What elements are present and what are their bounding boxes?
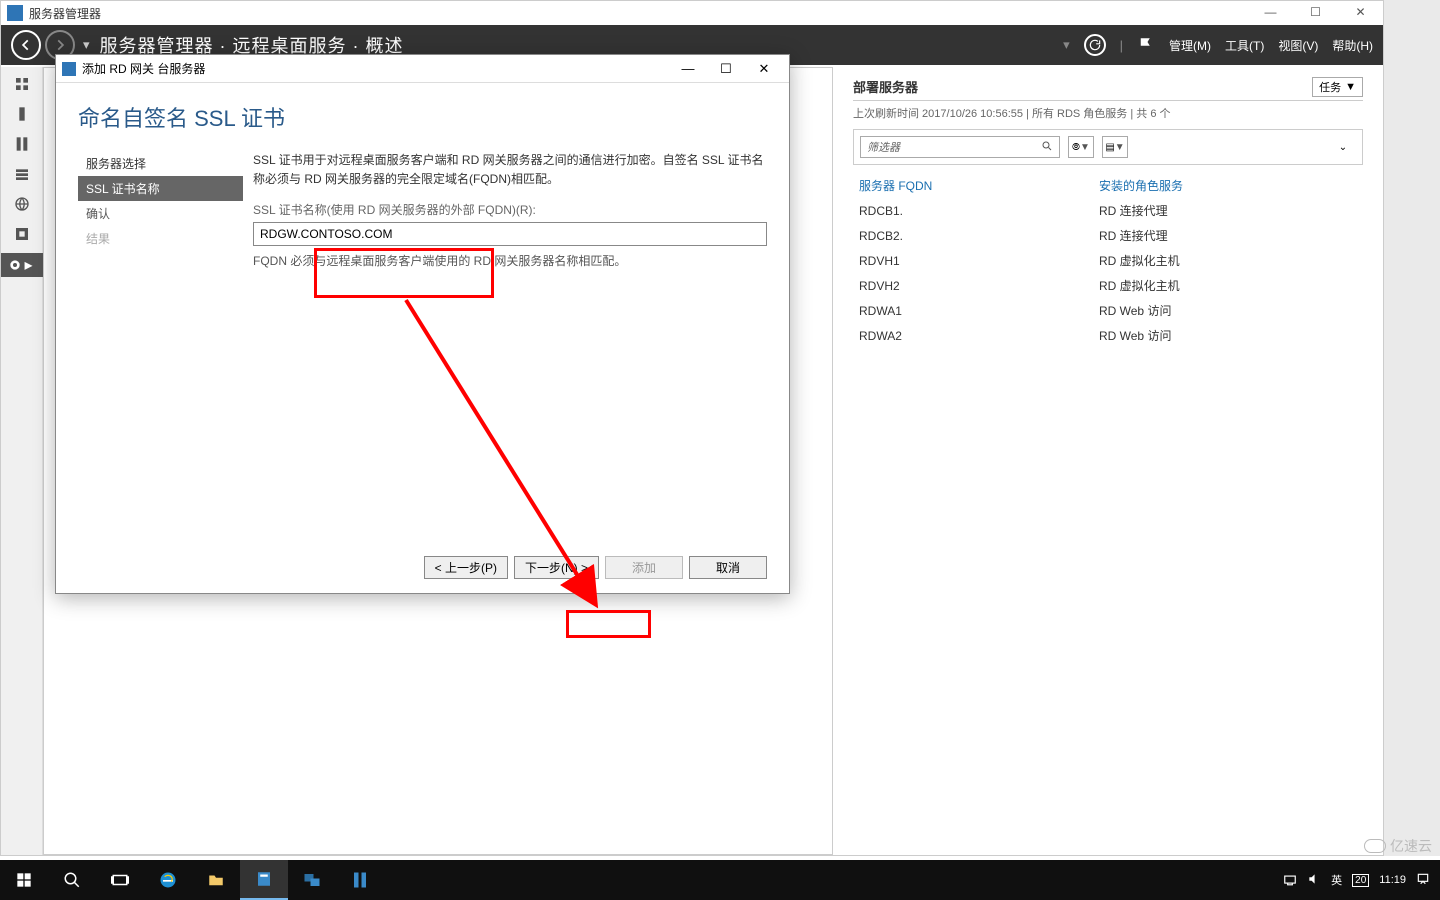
dialog-close-button[interactable]: ✕ bbox=[745, 61, 783, 77]
fqdn-label: SSL 证书名称(使用 RD 网关服务器的外部 FQDN)(R): bbox=[253, 201, 767, 218]
tray-notifications-icon[interactable] bbox=[1416, 872, 1430, 889]
watermark: 亿速云 bbox=[1364, 836, 1432, 856]
search-icon bbox=[1041, 140, 1053, 155]
add-rd-gateway-dialog: 添加 RD 网关 台服务器 — ☐ ✕ 命名自签名 SSL 证书 服务器选择 S… bbox=[55, 54, 790, 594]
taskbar-hyperv-icon[interactable] bbox=[288, 860, 336, 900]
window-minimize-button[interactable]: — bbox=[1248, 1, 1293, 25]
refresh-icon[interactable] bbox=[1084, 34, 1106, 56]
window-close-button[interactable]: ✕ bbox=[1338, 1, 1383, 25]
table-row[interactable]: RDWA2RD Web 访问 bbox=[853, 323, 1363, 348]
ssl-description: SSL 证书用于对远程桌面服务客户端和 RD 网关服务器之间的通信进行加密。自签… bbox=[253, 151, 767, 189]
watermark-text: 亿速云 bbox=[1390, 836, 1432, 856]
refresh-info-text: 上次刷新时间 2017/10/26 10:56:55 | 所有 RDS 角色服务… bbox=[853, 105, 1171, 121]
refresh-dropdown-icon[interactable]: ▾ bbox=[1063, 37, 1070, 53]
col-role[interactable]: 安装的角色服务 bbox=[1093, 173, 1363, 198]
menu-manage[interactable]: 管理(M) bbox=[1169, 37, 1211, 54]
filter-toolbar: 筛选器 ⦾ ▼ ▤ ▼ ⌄ bbox=[853, 129, 1363, 165]
step-server-selection[interactable]: 服务器选择 bbox=[78, 151, 243, 176]
tray-ime-mode[interactable]: 20 bbox=[1352, 874, 1369, 887]
window-title: 服务器管理器 bbox=[29, 5, 1248, 22]
table-row[interactable]: RDVH2RD 虚拟化主机 bbox=[853, 273, 1363, 298]
tasks-label: 任务 bbox=[1319, 79, 1341, 95]
dialog-icon bbox=[62, 62, 76, 76]
deployment-servers-panel: 部署服务器 任务 ▼ 上次刷新时间 2017/10/26 10:56:55 | … bbox=[833, 67, 1383, 855]
taskbar-explorer-icon[interactable] bbox=[192, 860, 240, 900]
tray-network-icon[interactable] bbox=[1283, 872, 1297, 889]
next-button[interactable]: 下一步(N) > bbox=[514, 556, 599, 579]
menu-tools[interactable]: 工具(T) bbox=[1225, 37, 1264, 54]
fqdn-hint: FQDN 必须与远程桌面服务客户端使用的 RD 网关服务器名称相匹配。 bbox=[253, 252, 767, 269]
table-row[interactable]: RDVH1RD 虚拟化主机 bbox=[853, 248, 1363, 273]
deployment-subtitle: 上次刷新时间 2017/10/26 10:56:55 | 所有 RDS 角色服务… bbox=[853, 100, 1363, 121]
app-icon bbox=[7, 5, 23, 21]
start-button[interactable] bbox=[0, 860, 48, 900]
tray-ime-lang[interactable]: 英 bbox=[1331, 872, 1342, 888]
cloud-icon bbox=[1364, 839, 1386, 853]
tray-volume-icon[interactable] bbox=[1307, 872, 1321, 889]
dialog-titlebar: 添加 RD 网关 台服务器 — ☐ ✕ bbox=[56, 55, 789, 83]
nav-dashboard-icon[interactable] bbox=[11, 73, 33, 95]
nav-local-server-icon[interactable] bbox=[11, 103, 33, 125]
prev-button[interactable]: < 上一步(P) bbox=[424, 556, 508, 579]
wizard-steps: 服务器选择 SSL 证书名称 确认 结果 bbox=[78, 141, 243, 531]
chevron-down-icon: ▼ bbox=[1345, 81, 1356, 93]
nav-rds-icon[interactable]: ▸ bbox=[1, 253, 43, 277]
col-fqdn[interactable]: 服务器 FQDN bbox=[853, 173, 1093, 198]
notifications-flag-icon[interactable] bbox=[1137, 36, 1155, 54]
nav-all-servers-icon[interactable] bbox=[11, 133, 33, 155]
system-tray: 英 20 11:19 bbox=[1283, 872, 1440, 889]
dialog-title-text: 添加 RD 网关 台服务器 bbox=[82, 60, 669, 77]
table-row[interactable]: RDCB1.RD 连接代理 bbox=[853, 198, 1363, 223]
table-row[interactable]: RDCB2.RD 连接代理 bbox=[853, 223, 1363, 248]
servers-table: 服务器 FQDN 安装的角色服务 RDCB1.RD 连接代理 RDCB2.RD … bbox=[853, 173, 1363, 348]
tasks-dropdown[interactable]: 任务 ▼ bbox=[1312, 77, 1363, 97]
step-content: SSL 证书用于对远程桌面服务客户端和 RD 网关服务器之间的通信进行加密。自签… bbox=[243, 141, 767, 531]
cancel-button[interactable]: 取消 bbox=[689, 556, 767, 579]
nav-iis-icon[interactable] bbox=[11, 193, 33, 215]
taskbar: 英 20 11:19 bbox=[0, 860, 1440, 900]
nav-file-services-icon[interactable] bbox=[11, 163, 33, 185]
dialog-minimize-button[interactable]: — bbox=[669, 61, 707, 76]
dialog-heading: 命名自签名 SSL 证书 bbox=[78, 101, 767, 133]
filter-category-dropdown[interactable]: ⦾ ▼ bbox=[1068, 136, 1094, 158]
step-confirm[interactable]: 确认 bbox=[78, 201, 243, 226]
step-results: 结果 bbox=[78, 226, 243, 251]
nav-dropdown-icon[interactable]: ▾ bbox=[83, 37, 90, 53]
taskbar-server-manager-icon[interactable] bbox=[240, 860, 288, 900]
filter-placeholder: 筛选器 bbox=[867, 139, 900, 155]
tray-time: 11:19 bbox=[1379, 874, 1406, 886]
taskbar-app-icon[interactable] bbox=[336, 860, 384, 900]
tray-clock[interactable]: 11:19 bbox=[1379, 874, 1406, 886]
titlebar: 服务器管理器 — ☐ ✕ bbox=[1, 1, 1383, 25]
nav-hyperv-icon[interactable] bbox=[11, 223, 33, 245]
expand-panel-button[interactable]: ⌄ bbox=[1330, 136, 1356, 158]
filter-tag-dropdown[interactable]: ▤ ▼ bbox=[1102, 136, 1128, 158]
add-button: 添加 bbox=[605, 556, 683, 579]
filter-input[interactable]: 筛选器 bbox=[860, 136, 1060, 158]
window-maximize-button[interactable]: ☐ bbox=[1293, 1, 1338, 25]
table-row[interactable]: RDWA1RD Web 访问 bbox=[853, 298, 1363, 323]
menu-view[interactable]: 视图(V) bbox=[1278, 37, 1318, 54]
taskbar-ie-icon[interactable] bbox=[144, 860, 192, 900]
menu-help[interactable]: 帮助(H) bbox=[1332, 37, 1373, 54]
search-button[interactable] bbox=[48, 860, 96, 900]
dialog-maximize-button[interactable]: ☐ bbox=[707, 61, 745, 77]
desktop-background-strip bbox=[1384, 0, 1440, 856]
dialog-footer: < 上一步(P) 下一步(N) > 添加 取消 bbox=[424, 556, 767, 579]
deployment-title: 部署服务器 bbox=[853, 77, 918, 96]
fqdn-input[interactable] bbox=[253, 222, 767, 246]
task-view-button[interactable] bbox=[96, 860, 144, 900]
left-nav-iconbar: ▸ bbox=[1, 67, 43, 855]
step-ssl-cert-name[interactable]: SSL 证书名称 bbox=[78, 176, 243, 201]
nav-back-button[interactable] bbox=[11, 30, 41, 60]
